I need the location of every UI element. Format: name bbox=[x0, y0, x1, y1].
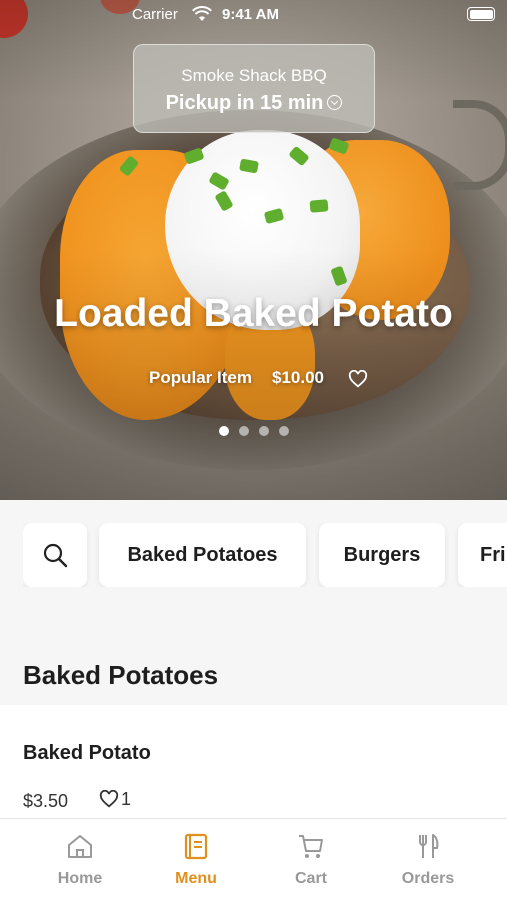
hero-title: Loaded Baked Potato bbox=[54, 292, 453, 335]
pickup-selector[interactable]: Smoke Shack BBQ Pickup in 15 min bbox=[133, 44, 375, 133]
home-icon bbox=[68, 835, 92, 858]
carousel-dot[interactable] bbox=[258, 426, 269, 436]
battery-icon bbox=[467, 7, 495, 21]
restaurant-name: Smoke Shack BBQ bbox=[181, 66, 327, 85]
category-chip-burgers[interactable]: Burgers bbox=[319, 523, 445, 587]
tab-label: Cart bbox=[294, 870, 327, 887]
tab-home[interactable]: Home bbox=[17, 819, 143, 900]
carousel-dots[interactable] bbox=[0, 423, 507, 441]
search-icon bbox=[43, 543, 68, 568]
carousel-dot[interactable] bbox=[238, 426, 249, 436]
tab-label: Menu bbox=[175, 870, 217, 887]
menu-item[interactable]: Baked Potato $3.50 1 bbox=[0, 705, 507, 820]
menu-item-likes[interactable]: 1 bbox=[99, 789, 131, 810]
carousel-dot[interactable] bbox=[218, 426, 229, 436]
menu-item-price: $3.50 bbox=[23, 791, 69, 811]
carousel-dot[interactable] bbox=[278, 426, 289, 436]
tab-label: Orders bbox=[401, 870, 455, 887]
pickup-label: Pickup in 15 min bbox=[165, 92, 324, 114]
status-bar: Carrier 9:41 AM bbox=[0, 0, 507, 30]
heart-icon[interactable] bbox=[348, 369, 368, 388]
menu-book-icon bbox=[184, 833, 208, 860]
cart-icon bbox=[299, 835, 323, 858]
chevron-down-icon bbox=[327, 95, 343, 110]
status-time: 9:41 AM bbox=[222, 6, 279, 23]
tab-label: Home bbox=[57, 870, 103, 887]
category-bar[interactable]: Baked Potatoes Burgers Fri bbox=[23, 523, 507, 587]
hero-meta: Popular Item $10.00 bbox=[0, 368, 507, 388]
fork-knife-icon bbox=[419, 834, 439, 858]
tab-cart[interactable]: Cart bbox=[248, 819, 374, 900]
hero-price: $10.00 bbox=[271, 368, 324, 387]
search-button[interactable] bbox=[23, 523, 87, 587]
pickup-time: Pickup in 15 min bbox=[134, 92, 374, 115]
heart-icon bbox=[99, 789, 119, 808]
menu-item-name: Baked Potato bbox=[23, 742, 151, 764]
popular-tag: Popular Item bbox=[149, 368, 252, 387]
like-count: 1 bbox=[121, 789, 132, 809]
carrier-label: Carrier bbox=[132, 6, 178, 23]
category-chip-baked-potatoes[interactable]: Baked Potatoes bbox=[99, 523, 306, 587]
wifi-icon bbox=[192, 6, 212, 21]
tab-bar: Home Menu Cart Orders bbox=[0, 818, 507, 900]
category-chip-fries[interactable]: Fri bbox=[458, 523, 507, 587]
tab-menu[interactable]: Menu bbox=[133, 819, 259, 900]
section-title: Baked Potatoes bbox=[23, 660, 219, 690]
tab-orders[interactable]: Orders bbox=[365, 819, 491, 900]
